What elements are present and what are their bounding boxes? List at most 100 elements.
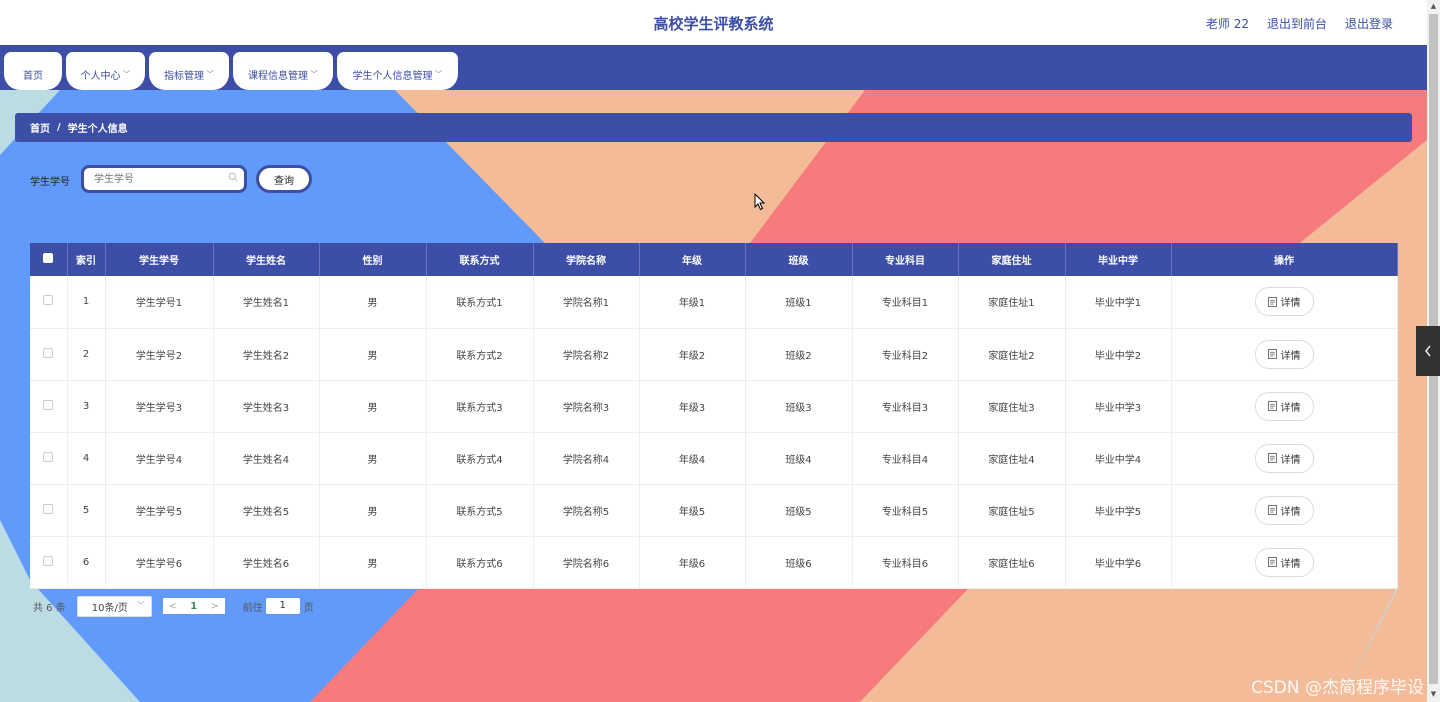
nav-tab-student-info-management[interactable]: 学生个人信息管理 ﹀: [337, 52, 458, 90]
address-cell: 家庭住址4: [958, 432, 1066, 485]
page-size-select[interactable]: 10条/页 ﹀: [76, 595, 152, 617]
detail-button[interactable]: 详情: [1254, 547, 1314, 577]
column-header: 索引: [67, 243, 106, 276]
major-cell: 专业科目5: [852, 484, 959, 537]
main-nav: 首页 个人中心 ﹀ 指标管理 ﹀ 课程信息管理 ﹀ 学生个人信息管理 ﹀: [0, 45, 1427, 90]
page-navigator: < 1 >: [162, 598, 225, 614]
query-button[interactable]: 查询: [256, 165, 312, 193]
breadcrumb-home[interactable]: 首页: [30, 120, 50, 135]
total-count: 共 6 条: [33, 602, 66, 614]
row-checkbox[interactable]: [43, 555, 54, 566]
scroll-down-arrow-icon[interactable]: ▼: [1429, 690, 1438, 700]
table-row: 6 学生学号6 学生姓名6 男联系方式6 学院名称6 年级6 班级6 专业科目6 家庭住址6 毕业…: [30, 536, 1398, 589]
gender-cell: 男: [319, 276, 427, 329]
next-page-button[interactable]: >: [210, 601, 218, 612]
mouse-cursor-icon: [754, 193, 766, 211]
gender-cell: 男: [319, 536, 427, 589]
high-school-cell: 毕业中学2: [1065, 328, 1172, 381]
document-icon: [1267, 349, 1277, 359]
scroll-up-arrow-icon[interactable]: ▲: [1429, 2, 1438, 12]
select-all-checkbox[interactable]: [43, 253, 54, 263]
detail-button[interactable]: 详情: [1254, 495, 1314, 525]
high-school-cell: 毕业中学3: [1065, 380, 1172, 433]
nav-tab-personal-center[interactable]: 个人中心 ﹀: [66, 52, 145, 90]
address-cell: 家庭住址2: [958, 328, 1066, 381]
column-header: 操作: [1171, 243, 1398, 276]
class-cell: 班级3: [745, 380, 853, 433]
chevron-down-icon: ﹀: [434, 69, 443, 79]
current-page-number[interactable]: 1: [190, 601, 197, 612]
student-id-cell: 学生学号5: [105, 484, 214, 537]
grade-cell: 年级2: [639, 328, 746, 381]
detail-button[interactable]: 详情: [1254, 287, 1314, 317]
major-cell: 专业科目4: [852, 432, 959, 485]
detail-button[interactable]: 详情: [1254, 391, 1314, 421]
major-cell: 专业科目2: [852, 328, 959, 381]
column-header: 毕业中学: [1065, 243, 1172, 276]
row-checkbox[interactable]: [43, 295, 54, 306]
logout-link[interactable]: 退出登录: [1345, 15, 1393, 32]
contact-cell: 联系方式2: [426, 328, 534, 381]
chevron-down-icon: ﹀: [136, 600, 145, 610]
column-header: 性别: [319, 243, 427, 276]
class-cell: 班级6: [745, 536, 853, 589]
high-school-cell: 毕业中学6: [1065, 536, 1172, 589]
student-id-search-input[interactable]: [94, 168, 234, 190]
major-cell: 专业科目3: [852, 380, 959, 433]
college-cell: 学院名称3: [533, 380, 640, 433]
goto-label: 前往: [242, 602, 263, 614]
action-cell: 详情: [1171, 380, 1398, 433]
row-checkbox[interactable]: [43, 451, 54, 462]
contact-cell: 联系方式6: [426, 536, 534, 589]
nav-tab-course-management[interactable]: 课程信息管理 ﹀: [233, 52, 333, 90]
high-school-cell: 毕业中学4: [1065, 432, 1172, 485]
student-name-cell: 学生姓名6: [213, 536, 320, 589]
search-field[interactable]: [81, 165, 247, 193]
nav-tab-indicator-management[interactable]: 指标管理 ﹀: [149, 52, 229, 90]
detail-button[interactable]: 详情: [1254, 443, 1314, 473]
document-icon: [1267, 453, 1277, 463]
contact-cell: 联系方式4: [426, 432, 534, 485]
contact-cell: 联系方式5: [426, 484, 534, 537]
nav-tab-label: 课程信息管理: [248, 70, 308, 82]
row-checkbox[interactable]: [43, 503, 54, 514]
side-panel-toggle[interactable]: [1416, 326, 1440, 376]
goto-page-input[interactable]: 1: [265, 598, 300, 614]
row-checkbox[interactable]: [43, 347, 54, 358]
detail-button-label: 详情: [1280, 558, 1301, 570]
college-cell: 学院名称1: [533, 276, 640, 329]
table-body: 1 学生学号1 学生姓名1 男联系方式1 学院名称1 年级1 班级1 专业科目1 家庭住址1 毕业…: [30, 276, 1398, 589]
row-checkbox[interactable]: [43, 399, 54, 410]
prev-page-button[interactable]: <: [169, 601, 177, 612]
back-to-frontend-link[interactable]: 退出到前台: [1267, 15, 1327, 32]
table-row: 3 学生学号3 学生姓名3 男联系方式3 学院名称3 年级3 班级3 专业科目3 家庭住址3 毕业…: [30, 380, 1398, 433]
table-row: 2 学生学号2 学生姓名2 男联系方式2 学院名称2 年级2 班级2 专业科目2 家庭住址2 毕业…: [30, 328, 1398, 381]
user-name-link[interactable]: 老师 22: [1206, 15, 1249, 32]
header-links: 老师 22 退出到前台 退出登录: [1206, 15, 1393, 32]
high-school-cell: 毕业中学5: [1065, 484, 1172, 537]
class-cell: 班级4: [745, 432, 853, 485]
page-suffix: 页: [303, 602, 314, 614]
table-row: 1 学生学号1 学生姓名1 男联系方式1 学院名称1 年级1 班级1 专业科目1 家庭住址1 毕业…: [30, 276, 1398, 329]
nav-tab-label: 首页: [23, 70, 43, 82]
gender-cell: 男: [319, 484, 427, 537]
gender-cell: 男: [319, 432, 427, 485]
document-icon: [1267, 557, 1277, 567]
index-cell: 2: [67, 328, 106, 381]
top-header: 高校学生评教系统 老师 22 退出到前台 退出登录: [0, 0, 1427, 45]
class-cell: 班级2: [745, 328, 853, 381]
column-header: 班级: [745, 243, 853, 276]
row-select-cell: [30, 484, 68, 537]
grade-cell: 年级3: [639, 380, 746, 433]
grade-cell: 年级4: [639, 432, 746, 485]
student-id-cell: 学生学号4: [105, 432, 214, 485]
address-cell: 家庭住址3: [958, 380, 1066, 433]
search-icon: [228, 172, 238, 182]
column-header: 学生学号: [105, 243, 214, 276]
nav-tab-home[interactable]: 首页: [4, 52, 62, 90]
row-select-cell: [30, 328, 68, 381]
major-cell: 专业科目6: [852, 536, 959, 589]
detail-button[interactable]: 详情: [1254, 339, 1314, 369]
student-name-cell: 学生姓名4: [213, 432, 320, 485]
gender-cell: 男: [319, 380, 427, 433]
